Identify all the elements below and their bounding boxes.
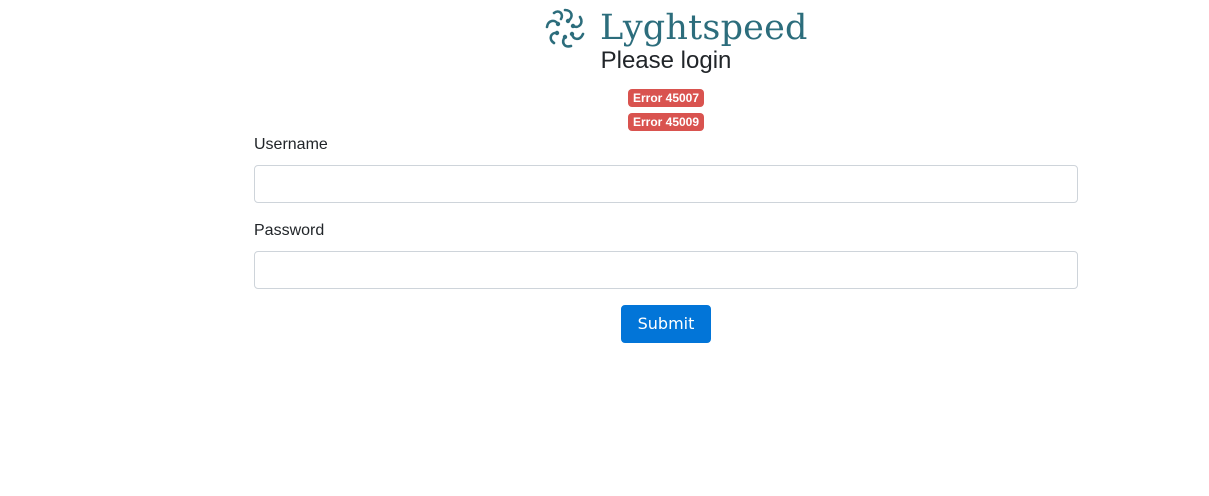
error-badge: Error 45009 <box>627 113 705 131</box>
password-input[interactable] <box>254 251 1078 289</box>
error-list: Error 45007 Error 45009 <box>0 89 1209 137</box>
password-label: Password <box>254 222 325 239</box>
username-label: Username <box>254 136 328 153</box>
brand-name: Lyghtspeed <box>600 8 808 48</box>
submit-button[interactable]: Submit <box>621 305 711 343</box>
page-title: Please login <box>600 47 732 74</box>
lyghtspeed-logo-icon <box>545 8 585 48</box>
error-badge: Error 45007 <box>627 89 705 107</box>
username-input[interactable] <box>254 165 1078 203</box>
